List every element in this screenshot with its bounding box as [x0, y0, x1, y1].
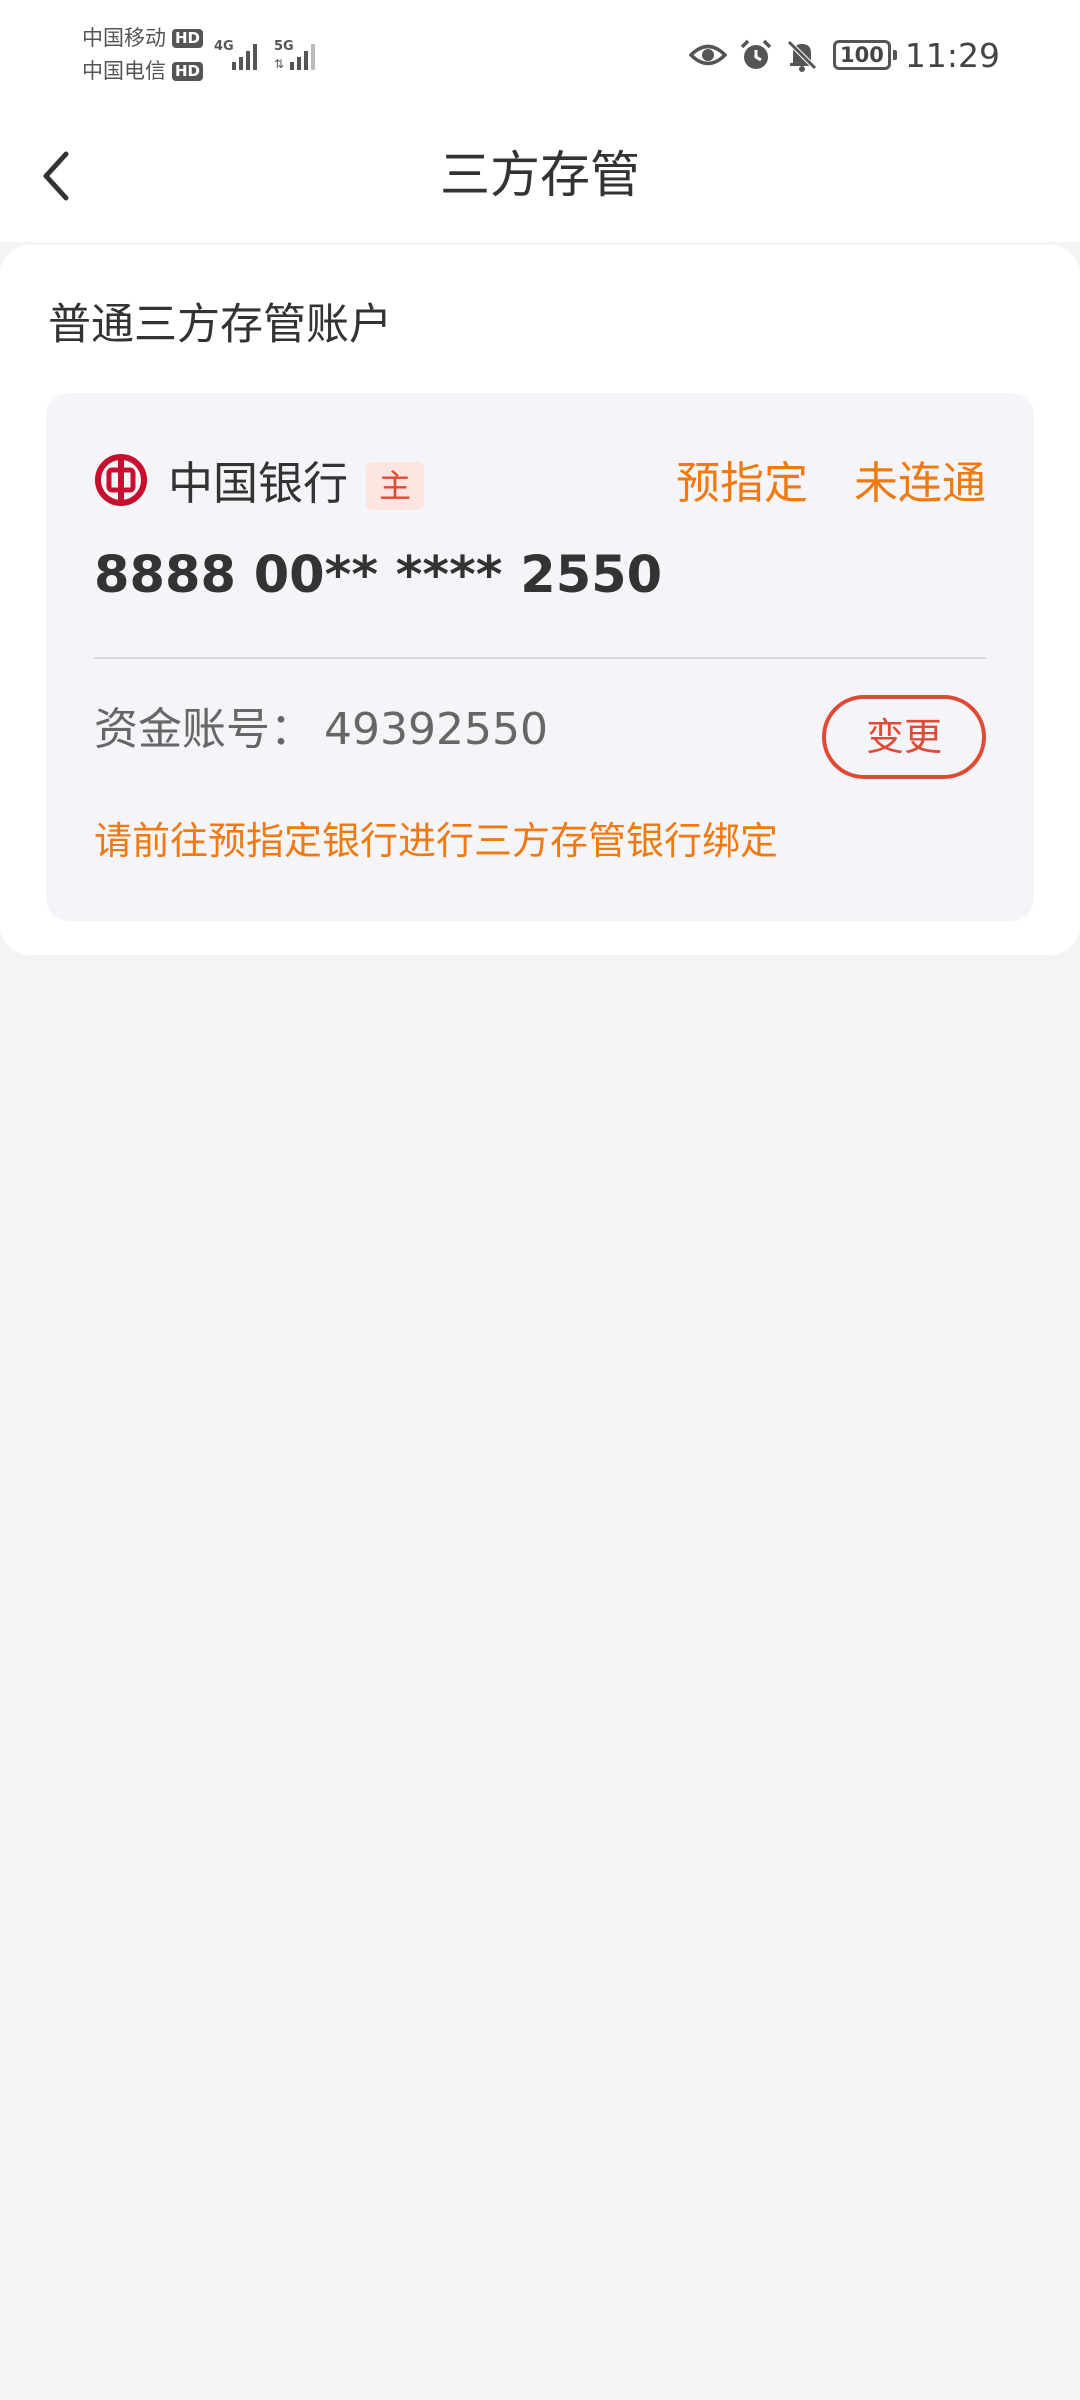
hd-badge-2: HD — [172, 62, 204, 81]
carrier-info: 中国移动 HD 中国电信 HD — [82, 22, 204, 88]
change-button[interactable]: 变更 — [822, 695, 986, 779]
account-section-card: 普通三方存管账户 中国银行 主 预指定 未连通 8888 00** **** 2… — [0, 245, 1080, 955]
carrier-name-2: 中国电信 — [82, 59, 166, 83]
pre-assigned-status: 预指定 — [676, 458, 808, 509]
mute-bell-icon — [787, 40, 817, 72]
primary-account-badge: 主 — [366, 462, 424, 510]
connection-status: 未连通 — [854, 458, 986, 509]
network-type-2: 5G — [274, 39, 294, 54]
status-time: 11:29 — [904, 35, 1000, 75]
network-type-1: 4G — [214, 39, 234, 54]
divider — [94, 657, 986, 659]
bank-card-number: 8888 00** **** 2550 — [94, 546, 663, 605]
eye-icon — [688, 44, 727, 66]
bank-account-card: 中国银行 主 预指定 未连通 8888 00** **** 2550 资金账号：… — [46, 393, 1034, 921]
fund-account-label: 资金账号： — [94, 704, 314, 755]
battery-indicator: 100 — [832, 40, 897, 70]
svg-text:⇅: ⇅ — [274, 57, 284, 71]
page-title: 三方存管 — [440, 146, 640, 204]
status-bar: 中国移动 HD 中国电信 HD 4G 5G ⇅ 100 11:29 — [0, 0, 1080, 110]
binding-hint: 请前往预指定银行进行三方存管银行绑定 — [94, 819, 779, 863]
section-title: 普通三方存管账户 — [48, 300, 392, 350]
hd-badge-1: HD — [172, 29, 204, 48]
status-right-group: 100 11:29 — [677, 30, 1000, 80]
navigation-bar: 三方存管 — [0, 110, 1080, 242]
bank-name: 中国银行 — [168, 457, 349, 510]
alarm-icon — [740, 39, 772, 69]
carrier-name-1: 中国移动 — [82, 26, 166, 50]
bank-of-china-logo-icon — [95, 454, 147, 506]
signal-strength-icon: 4G 5G ⇅ — [214, 39, 315, 71]
fund-account-value: 49392550 — [324, 704, 548, 755]
